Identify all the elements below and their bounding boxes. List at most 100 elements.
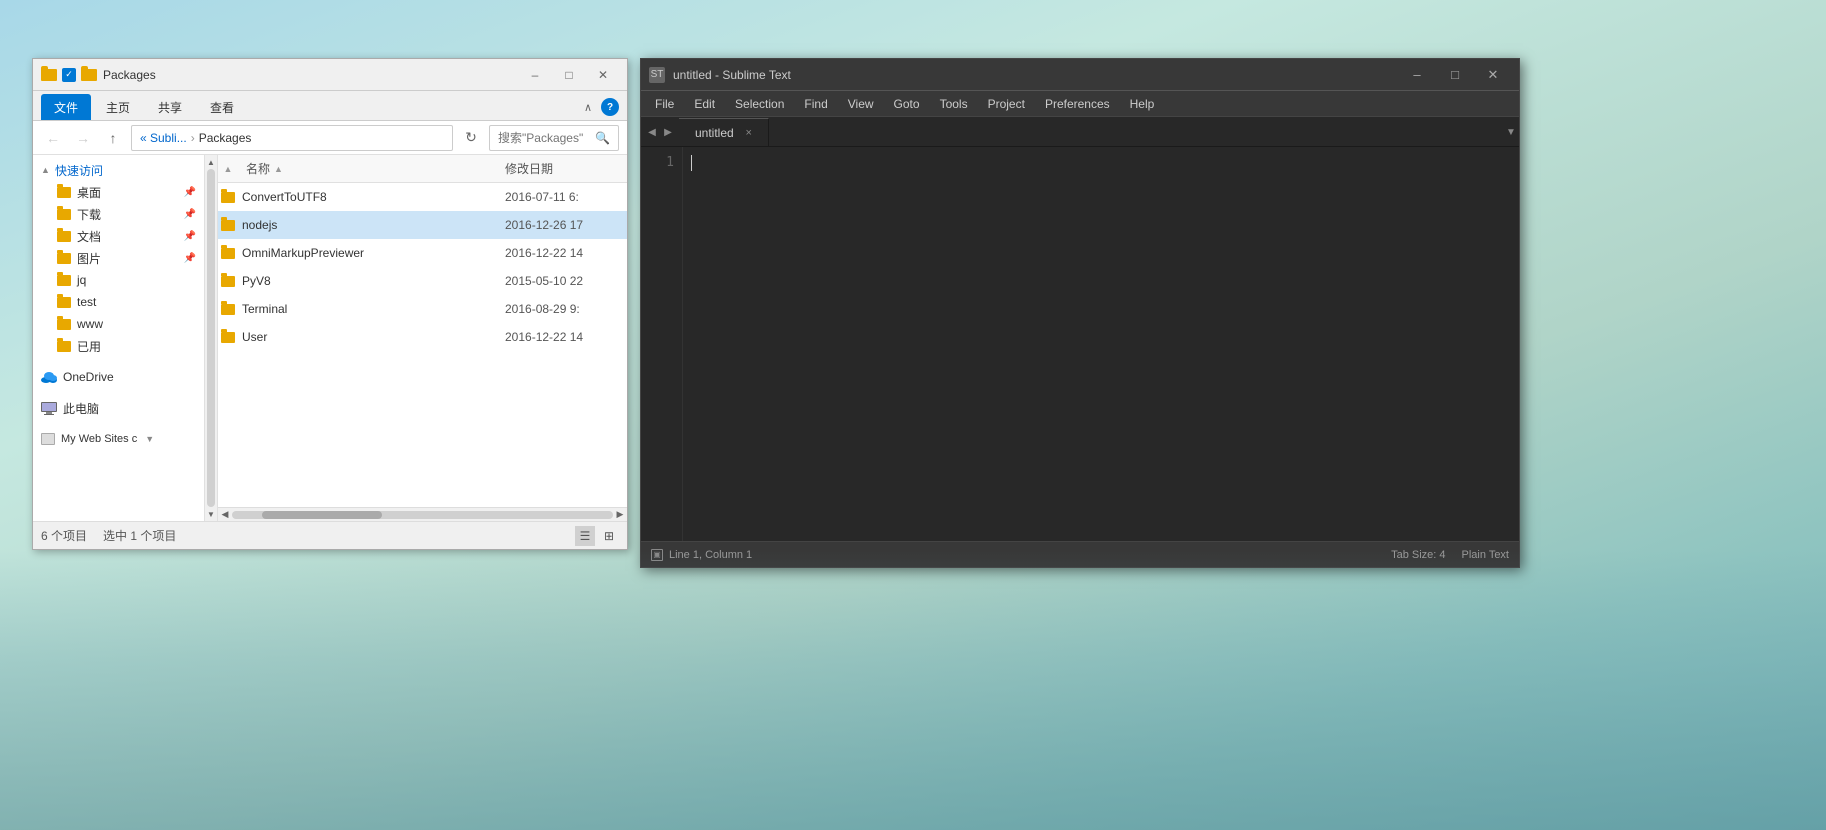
minimize-button[interactable]: – xyxy=(519,65,551,85)
sidebar-item-test[interactable]: test xyxy=(33,291,204,313)
close-button[interactable]: ✕ xyxy=(587,65,619,85)
item-count: 6 个项目 xyxy=(41,527,87,544)
sublime-menubar: File Edit Selection Find View Goto Tools… xyxy=(641,91,1519,117)
sidebar-item-jq[interactable]: jq xyxy=(33,269,204,291)
back-button[interactable]: ← xyxy=(41,126,65,150)
sidebar-item-www[interactable]: www xyxy=(33,313,204,335)
mywebsites-label: My Web Sites c xyxy=(61,433,137,445)
table-row[interactable]: User 2016-12-22 14 xyxy=(218,323,627,351)
table-row[interactable]: nodejs 2016-12-26 17 xyxy=(218,211,627,239)
titlebar-icons: ✓ xyxy=(41,67,97,83)
onedrive-icon xyxy=(41,371,57,383)
table-row[interactable]: PyV8 2015-05-10 22 xyxy=(218,267,627,295)
path-part-2: Packages xyxy=(199,131,252,145)
column-name-header[interactable]: 名称 ▲ xyxy=(238,160,497,177)
editor-content[interactable] xyxy=(683,147,1519,541)
ribbon-tab-home[interactable]: 主页 xyxy=(93,94,143,120)
scroll-left-button[interactable]: ◀ xyxy=(218,508,232,522)
tab-dropdown-button[interactable]: ▼ xyxy=(1503,118,1519,146)
sidebar-item-yiyong[interactable]: 已用 xyxy=(33,335,204,357)
menu-selection[interactable]: Selection xyxy=(725,95,794,113)
sublime-titlebar-controls: – □ ✕ xyxy=(1399,64,1511,86)
menu-find[interactable]: Find xyxy=(794,95,837,113)
list-view-button[interactable]: ☰ xyxy=(575,526,595,546)
search-icon[interactable]: 🔍 xyxy=(595,131,610,145)
selected-count: 选中 1 个项目 xyxy=(103,527,176,544)
address-path[interactable]: « Subli... › Packages xyxy=(131,125,453,151)
onedrive-label: OneDrive xyxy=(63,370,114,384)
file-name: User xyxy=(238,330,497,344)
scroll-up-button[interactable]: ▲ xyxy=(205,155,217,169)
minimize-button[interactable]: – xyxy=(1399,64,1435,86)
help-button[interactable]: ? xyxy=(601,98,619,116)
ribbon-tab-share[interactable]: 共享 xyxy=(145,94,195,120)
folder-icon-2 xyxy=(81,67,97,83)
syntax[interactable]: Plain Text xyxy=(1462,549,1510,561)
sidebar-item-desktop[interactable]: 桌面 📌 xyxy=(33,181,204,203)
statusbar-icon: ▣ xyxy=(651,549,663,561)
ribbon-tab-view[interactable]: 查看 xyxy=(197,94,247,120)
expand-icon: ▼ xyxy=(145,434,154,444)
ribbon-chevron: ∧ ? xyxy=(579,98,619,120)
scroll-right-button[interactable]: ▶ xyxy=(613,508,627,522)
sublime-editor[interactable]: 1 xyxy=(641,147,1519,541)
sidebar-item-onedrive[interactable]: OneDrive xyxy=(33,366,204,388)
maximize-button[interactable]: □ xyxy=(553,65,585,85)
sublime-icon: ST xyxy=(649,67,665,83)
explorer-statusbar: 6 个项目 选中 1 个项目 ☰ ⊞ xyxy=(33,521,627,549)
menu-project[interactable]: Project xyxy=(978,95,1035,113)
table-row[interactable]: OmniMarkupPreviewer 2016-12-22 14 xyxy=(218,239,627,267)
sublime-window: ST untitled - Sublime Text – □ ✕ File Ed… xyxy=(640,58,1520,568)
menu-help[interactable]: Help xyxy=(1120,95,1165,113)
file-name: ConvertToUTF8 xyxy=(238,190,497,204)
table-row[interactable]: ConvertToUTF8 2016-07-11 6: xyxy=(218,183,627,211)
menu-view[interactable]: View xyxy=(838,95,884,113)
table-row[interactable]: Terminal 2016-08-29 9: xyxy=(218,295,627,323)
menu-file[interactable]: File xyxy=(645,95,684,113)
collapse-ribbon-button[interactable]: ∧ xyxy=(579,98,597,116)
scroll-thumb[interactable] xyxy=(262,511,382,519)
tab-close-button[interactable]: × xyxy=(742,126,756,140)
tab-label: untitled xyxy=(695,126,734,140)
column-date-header[interactable]: 修改日期 xyxy=(497,160,627,177)
details-view-button[interactable]: ⊞ xyxy=(599,526,619,546)
statusbar-left: ▣ Line 1, Column 1 xyxy=(651,549,752,561)
sidebar-item-label: www xyxy=(77,317,103,331)
sidebar-item-downloads[interactable]: 下载 📌 xyxy=(33,203,204,225)
menu-goto[interactable]: Goto xyxy=(884,95,930,113)
horizontal-scrollbar[interactable]: ◀ ▶ xyxy=(218,507,627,521)
sidebar-item-pictures[interactable]: 图片 📌 xyxy=(33,247,204,269)
menu-edit[interactable]: Edit xyxy=(684,95,725,113)
search-input[interactable] xyxy=(498,131,591,145)
forward-button[interactable]: → xyxy=(71,126,95,150)
tab-nav-left[interactable]: ◀ xyxy=(645,118,659,146)
file-date: 2016-08-29 9: xyxy=(497,302,627,316)
folder-icon xyxy=(41,67,57,83)
tab-size[interactable]: Tab Size: 4 xyxy=(1391,549,1445,561)
scroll-down-button[interactable]: ▼ xyxy=(205,507,217,521)
close-button[interactable]: ✕ xyxy=(1475,64,1511,86)
tab-untitled[interactable]: untitled × xyxy=(679,118,769,146)
sidebar-item-mywebsites[interactable]: My Web Sites c ▼ xyxy=(33,428,204,450)
folder-icon xyxy=(57,187,71,198)
sort-toggle: ▲ xyxy=(218,164,238,174)
sidebar-scrollbar[interactable]: ▲ ▼ xyxy=(205,155,217,521)
ribbon-tab-file[interactable]: 文件 xyxy=(41,94,91,120)
sidebar-quickaccess-header[interactable]: ▲ 快速访问 xyxy=(33,159,204,181)
folder-icon xyxy=(57,231,71,242)
explorer-body: ▲ 快速访问 桌面 📌 下载 📌 文档 📌 xyxy=(33,155,627,521)
maximize-button[interactable]: □ xyxy=(1437,64,1473,86)
sidebar-item-thispc[interactable]: 此电脑 xyxy=(33,397,204,419)
explorer-sidebar: ▲ 快速访问 桌面 📌 下载 📌 文档 📌 xyxy=(33,155,205,521)
menu-tools[interactable]: Tools xyxy=(930,95,978,113)
sidebar-item-documents[interactable]: 文档 📌 xyxy=(33,225,204,247)
file-date: 2016-12-26 17 xyxy=(497,218,627,232)
search-box: 🔍 xyxy=(489,125,619,151)
folder-icon xyxy=(57,297,71,308)
refresh-button[interactable]: ↻ xyxy=(459,126,483,150)
up-button[interactable]: ↑ xyxy=(101,126,125,150)
webpage-icon xyxy=(41,433,55,445)
tab-nav-right[interactable]: ▶ xyxy=(661,118,675,146)
thispc-label: 此电脑 xyxy=(63,400,99,417)
menu-preferences[interactable]: Preferences xyxy=(1035,95,1120,113)
